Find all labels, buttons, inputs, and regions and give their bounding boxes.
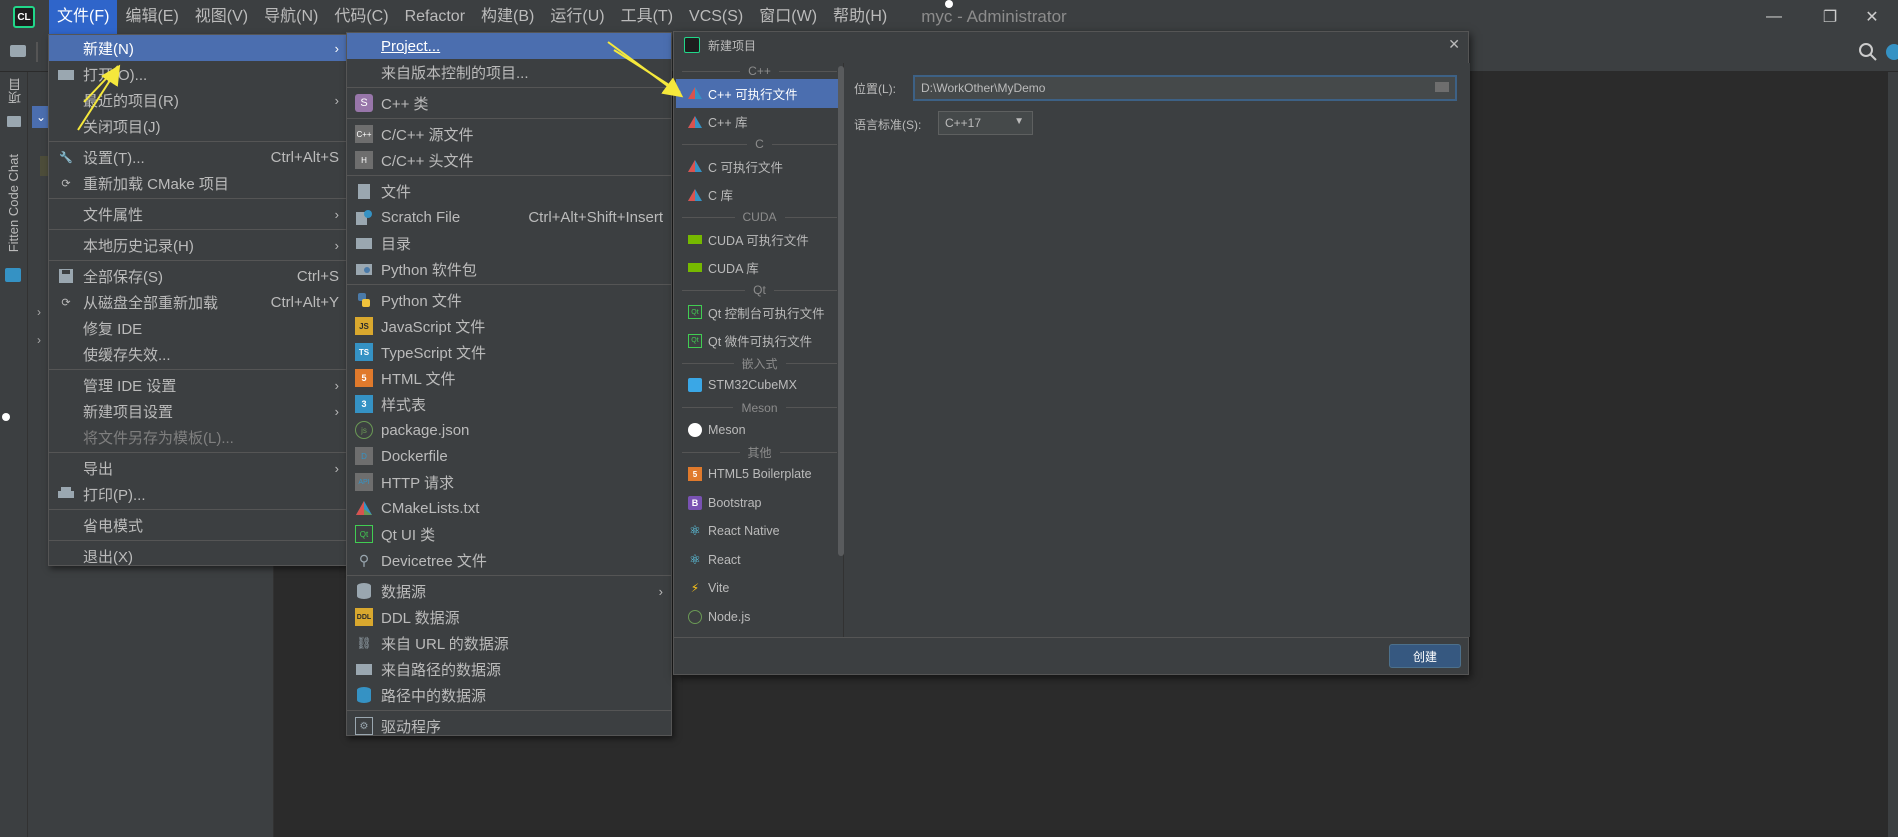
marker-dot bbox=[2, 413, 10, 421]
arrow-2b bbox=[613, 49, 681, 93]
arrow-1b bbox=[83, 65, 119, 103]
arrow-1 bbox=[77, 64, 121, 131]
annotation-arrows bbox=[77, 41, 684, 131]
marker-dot bbox=[945, 0, 953, 8]
